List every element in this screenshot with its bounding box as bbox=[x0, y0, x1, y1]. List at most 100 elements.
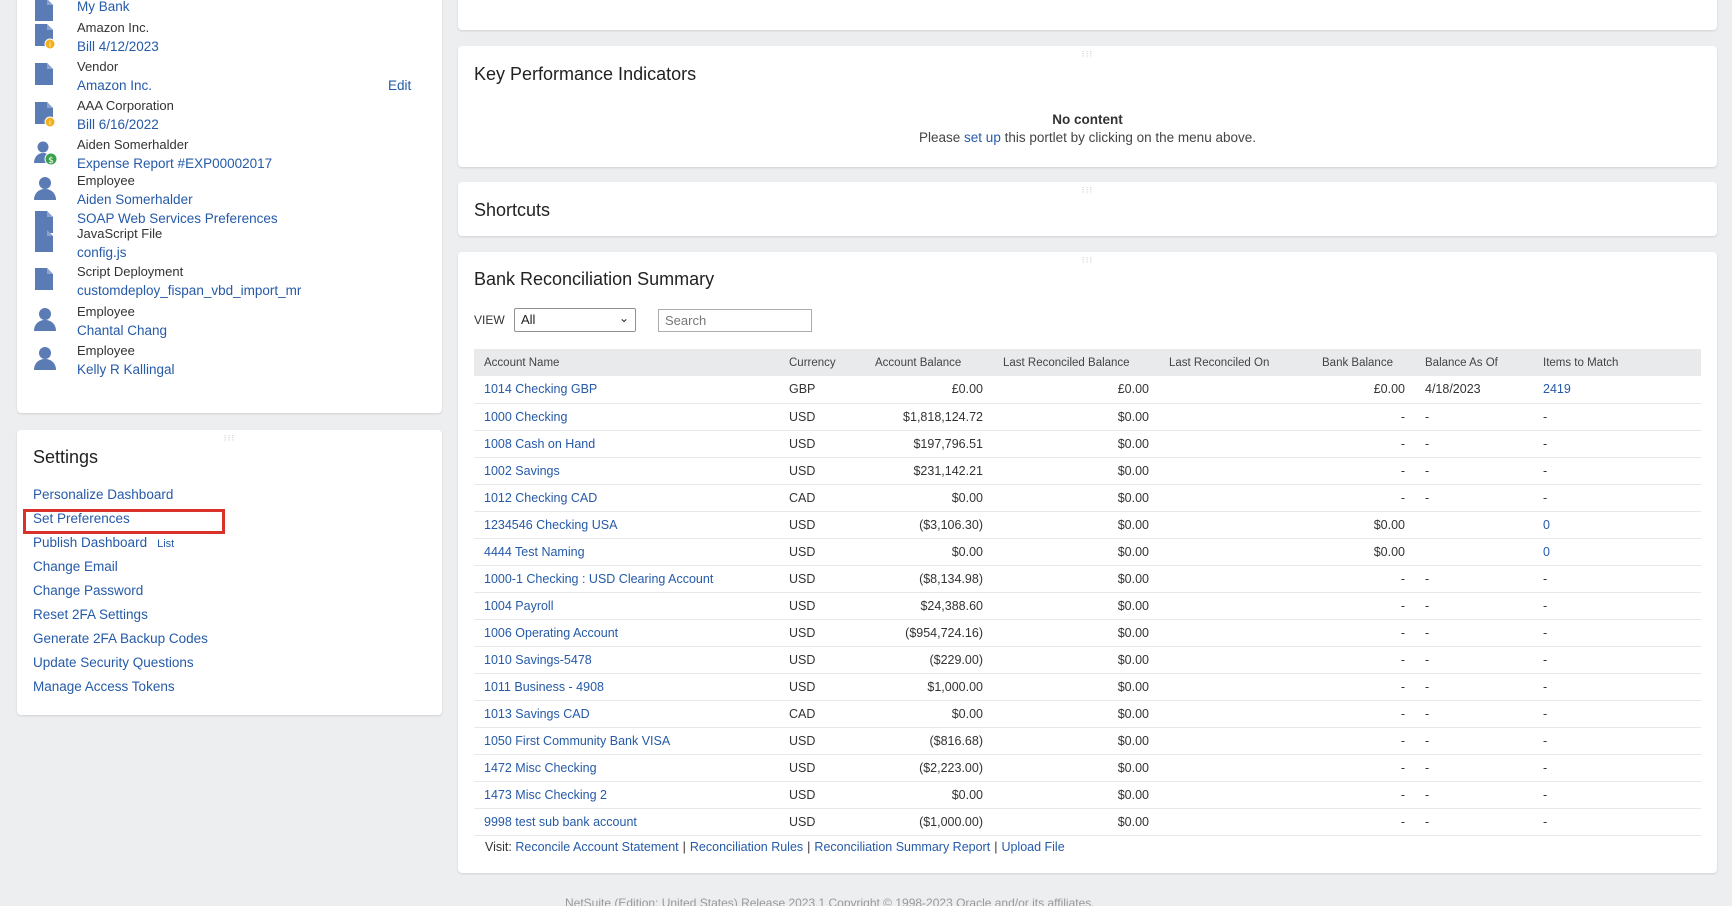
account-link[interactable]: 1002 Savings bbox=[484, 464, 560, 478]
cell-value: $0.00 bbox=[1373, 517, 1405, 532]
account-link[interactable]: 1011 Business - 4908 bbox=[484, 680, 604, 694]
account-link[interactable]: 1050 First Community Bank VISA bbox=[484, 734, 670, 748]
record-link[interactable]: Aiden Somerhalder bbox=[77, 192, 193, 207]
cell-value: $0.00 bbox=[951, 787, 983, 802]
settings-link-generate-2fa-backup-codes[interactable]: Generate 2FA Backup Codes bbox=[33, 631, 208, 646]
column-header[interactable]: Account Balance bbox=[865, 349, 993, 376]
drag-handle[interactable]: ⁝⁝⁝ bbox=[224, 434, 236, 443]
account-link[interactable]: 1004 Payroll bbox=[484, 599, 554, 613]
record-type-label: AAA Corporation bbox=[77, 98, 174, 113]
settings-link-personalize-dashboard[interactable]: Personalize Dashboard bbox=[33, 487, 173, 502]
visit-link[interactable]: Reconciliation Rules bbox=[690, 840, 803, 854]
account-link[interactable]: 1008 Cash on Hand bbox=[484, 437, 595, 451]
settings-item: Update Security Questions bbox=[33, 655, 194, 670]
table-row: 1473 Misc Checking 2 USD $0.00 $0.00 - - - bbox=[474, 781, 1701, 809]
account-link[interactable]: 1473 Misc Checking 2 bbox=[484, 788, 607, 802]
table-cell: CAD bbox=[779, 700, 865, 728]
column-header[interactable]: Items to Match bbox=[1533, 349, 1701, 376]
record-link[interactable]: customdeploy_fispan_vbd_import_mr bbox=[77, 283, 301, 298]
drag-handle[interactable]: ⁝⁝⁝ bbox=[1082, 186, 1094, 195]
column-header[interactable]: Currency bbox=[779, 349, 865, 376]
cell-value: - bbox=[1543, 463, 1548, 478]
account-link[interactable]: 1234546 Checking USA bbox=[484, 518, 617, 532]
table-row: 1000 Checking USD $1,818,124.72 $0.00 - - - bbox=[474, 403, 1701, 431]
drag-handle[interactable]: ⁝⁝⁝ bbox=[1082, 256, 1094, 265]
record-link[interactable]: config.js bbox=[77, 245, 127, 260]
settings-link-change-email[interactable]: Change Email bbox=[33, 559, 118, 574]
settings-link-reset-2fa-settings[interactable]: Reset 2FA Settings bbox=[33, 607, 148, 622]
table-cell bbox=[1159, 619, 1312, 647]
column-header[interactable]: Account Name bbox=[474, 349, 779, 376]
list-link[interactable]: List bbox=[157, 538, 174, 550]
items-to-match-link[interactable]: 2419 bbox=[1543, 382, 1571, 396]
table-cell: 1008 Cash on Hand bbox=[474, 430, 779, 458]
table-cell: - bbox=[1533, 565, 1701, 593]
record-link[interactable]: My Bank bbox=[77, 0, 130, 14]
visit-link[interactable]: Reconciliation Summary Report bbox=[814, 840, 990, 854]
account-link[interactable]: 1006 Operating Account bbox=[484, 626, 618, 640]
cell-value: - bbox=[1543, 733, 1548, 748]
settings-link-publish-dashboard[interactable]: Publish Dashboard bbox=[33, 535, 147, 550]
record-link[interactable]: Amazon Inc. bbox=[77, 78, 152, 93]
account-link[interactable]: 4444 Test Naming bbox=[484, 545, 585, 559]
account-link[interactable]: 1000 Checking bbox=[484, 410, 567, 424]
account-link[interactable]: 1014 Checking GBP bbox=[484, 382, 597, 396]
account-link[interactable]: 1000-1 Checking : USD Clearing Account bbox=[484, 572, 713, 586]
table-cell: - bbox=[1533, 808, 1701, 836]
account-link[interactable]: 1010 Savings-5478 bbox=[484, 653, 592, 667]
account-link[interactable]: 1013 Savings CAD bbox=[484, 707, 590, 721]
account-link[interactable]: 9998 test sub bank account bbox=[484, 815, 637, 829]
cell-value: - bbox=[1400, 706, 1405, 721]
table-row: 1014 Checking GBP GBP £0.00 £0.00 £0.00 4/18/… bbox=[474, 376, 1701, 404]
visit-link[interactable]: Reconcile Account Statement bbox=[515, 840, 678, 854]
account-link[interactable]: 1472 Misc Checking bbox=[484, 761, 597, 775]
items-to-match-link[interactable]: 0 bbox=[1543, 545, 1550, 559]
record-link[interactable]: Expense Report #EXP00002017 bbox=[77, 156, 272, 171]
edit-link[interactable]: Edit bbox=[388, 78, 411, 93]
items-to-match-link[interactable]: 0 bbox=[1543, 518, 1550, 532]
settings-link-change-password[interactable]: Change Password bbox=[33, 583, 143, 598]
table-cell: $0.00 bbox=[993, 565, 1159, 593]
settings-title: Settings bbox=[33, 447, 99, 467]
set-up-link[interactable]: set up bbox=[964, 130, 1001, 145]
column-header[interactable]: Bank Balance bbox=[1312, 349, 1415, 376]
table-cell bbox=[1159, 403, 1312, 431]
cell-value: ($229.00) bbox=[929, 652, 983, 667]
search-input[interactable]: Search bbox=[658, 309, 812, 332]
column-header[interactable]: Balance As Of bbox=[1415, 349, 1533, 376]
record-link[interactable]: Kelly R Kallingal bbox=[77, 362, 175, 377]
drag-handle[interactable]: ⁝⁝⁝ bbox=[1082, 50, 1094, 59]
account-link[interactable]: 1012 Checking CAD bbox=[484, 491, 597, 505]
view-select[interactable]: All ⌄ bbox=[514, 308, 636, 332]
cell-value: USD bbox=[789, 598, 816, 613]
column-header[interactable]: Last Reconciled On bbox=[1159, 349, 1312, 376]
settings-link-manage-access-tokens[interactable]: Manage Access Tokens bbox=[33, 679, 175, 694]
visit-link[interactable]: Upload File bbox=[1001, 840, 1064, 854]
settings-link-set-preferences[interactable]: Set Preferences bbox=[33, 511, 130, 526]
settings-link-update-security-questions[interactable]: Update Security Questions bbox=[33, 655, 194, 670]
settings-item: Personalize Dashboard bbox=[33, 487, 173, 502]
table-cell: $1,818,124.72 bbox=[865, 403, 993, 431]
cell-value: - bbox=[1425, 733, 1430, 748]
table-cell: - bbox=[1533, 484, 1701, 512]
table-cell: - bbox=[1415, 430, 1533, 458]
column-header[interactable]: Last Reconciled Balance bbox=[993, 349, 1159, 376]
table-cell: USD bbox=[779, 781, 865, 809]
record-link[interactable]: SOAP Web Services Preferences bbox=[77, 211, 278, 226]
record-type-label: Amazon Inc. bbox=[77, 20, 150, 35]
table-row: 1012 Checking CAD CAD $0.00 $0.00 - - - bbox=[474, 484, 1701, 512]
table-cell: ($2,223.00) bbox=[865, 754, 993, 782]
record-link[interactable]: Bill 6/16/2022 bbox=[77, 117, 159, 132]
cell-value: - bbox=[1425, 436, 1430, 451]
cell-value: - bbox=[1400, 463, 1405, 478]
msg-pre: Please bbox=[919, 130, 961, 145]
table-cell: - bbox=[1312, 619, 1415, 647]
cell-value: USD bbox=[789, 463, 816, 478]
cell-value: - bbox=[1543, 706, 1548, 721]
record-link[interactable]: Bill 4/12/2023 bbox=[77, 39, 159, 54]
cell-value: $0.00 bbox=[1117, 760, 1149, 775]
cell-value: - bbox=[1400, 814, 1405, 829]
record-type-label: Aiden Somerhalder bbox=[77, 137, 189, 152]
record-link[interactable]: Chantal Chang bbox=[77, 323, 167, 338]
table-cell: - bbox=[1533, 781, 1701, 809]
